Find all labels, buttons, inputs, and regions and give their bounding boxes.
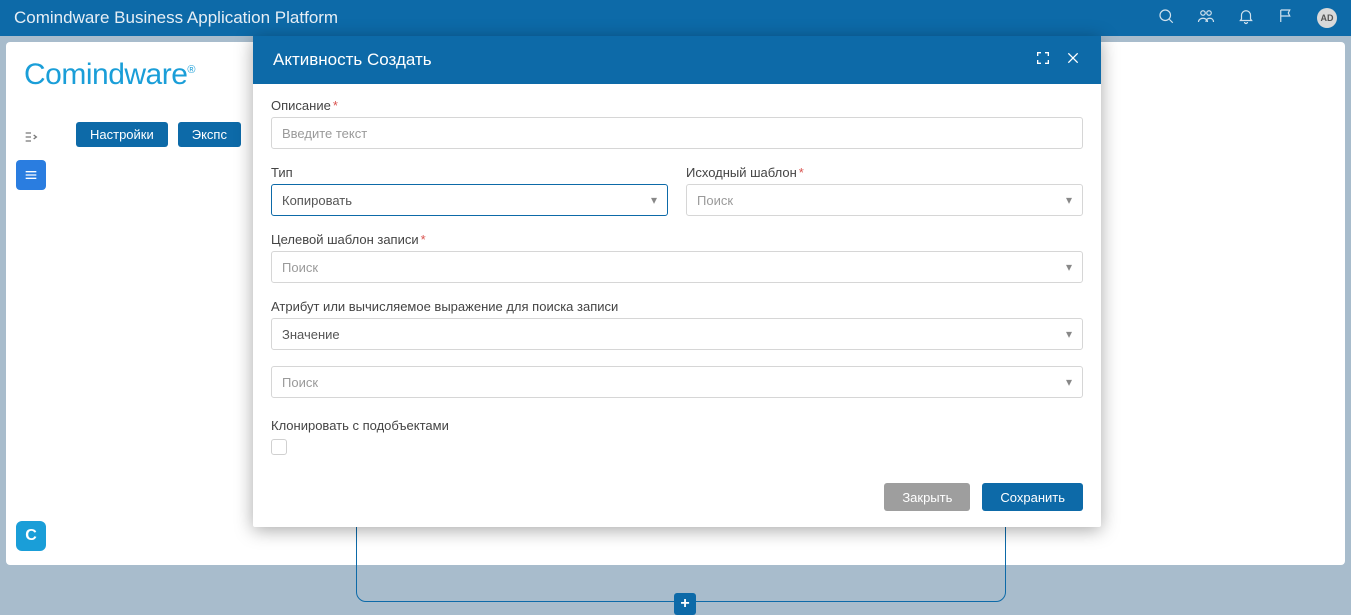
field-search2: Поиск ▾: [271, 366, 1083, 398]
sidebar-buttons: [16, 122, 46, 190]
target-template-label: Целевой шаблон записи*: [271, 232, 1083, 247]
modal-header: Активность Создать: [253, 36, 1101, 84]
action-pills: Настройки Экспс: [76, 122, 241, 147]
field-type: Тип Копировать ▾: [271, 165, 668, 216]
modal-body: Описание* Введите текст Тип Копировать ▾…: [253, 84, 1101, 479]
close-icon[interactable]: [1065, 50, 1081, 71]
row-type-source: Тип Копировать ▾ Исходный шаблон* Поиск …: [271, 165, 1083, 232]
topbar-actions: AD: [1157, 7, 1337, 30]
type-select[interactable]: Копировать ▾: [271, 184, 668, 216]
target-template-select[interactable]: Поиск ▾: [271, 251, 1083, 283]
expand-sidebar-button[interactable]: [16, 122, 46, 152]
clone-checkbox[interactable]: [271, 439, 287, 455]
source-template-select[interactable]: Поиск ▾: [686, 184, 1083, 216]
field-attr-expr: Атрибут или вычисляемое выражение для по…: [271, 299, 1083, 350]
save-button[interactable]: Сохранить: [982, 483, 1083, 511]
search2-select[interactable]: Поиск ▾: [271, 366, 1083, 398]
users-icon[interactable]: [1197, 7, 1215, 30]
field-source-template: Исходный шаблон* Поиск ▾: [686, 165, 1083, 216]
chevron-down-icon: ▾: [1066, 260, 1072, 274]
chevron-down-icon: ▾: [651, 193, 657, 207]
app-title: Comindware Business Application Platform: [14, 8, 338, 28]
search-icon[interactable]: [1157, 7, 1175, 30]
menu-button[interactable]: [16, 160, 46, 190]
description-label: Описание*: [271, 98, 1083, 113]
pill-settings[interactable]: Настройки: [76, 122, 168, 147]
modal-header-actions: [1035, 50, 1081, 71]
chevron-down-icon: ▾: [1066, 327, 1072, 341]
user-avatar[interactable]: AD: [1317, 8, 1337, 28]
type-label: Тип: [271, 165, 668, 180]
chevron-down-icon: ▾: [1066, 193, 1072, 207]
modal-title: Активность Создать: [273, 50, 432, 70]
brand-logo: Comindware®: [24, 58, 195, 92]
attr-expr-select[interactable]: Значение ▾: [271, 318, 1083, 350]
activity-create-modal: Активность Создать Описание* Введите тек…: [253, 36, 1101, 527]
field-target-template: Целевой шаблон записи* Поиск ▾: [271, 232, 1083, 283]
source-template-label: Исходный шаблон*: [686, 165, 1083, 180]
modal-footer: Закрыть Сохранить: [253, 479, 1101, 527]
close-button[interactable]: Закрыть: [884, 483, 970, 511]
add-node-button[interactable]: +: [674, 593, 696, 615]
attr-expr-label: Атрибут или вычисляемое выражение для по…: [271, 299, 1083, 314]
flag-icon[interactable]: [1277, 7, 1295, 30]
clone-label: Клонировать с подобъектами: [271, 418, 1083, 433]
topbar: Comindware Business Application Platform…: [0, 0, 1351, 36]
description-input[interactable]: Введите текст: [271, 117, 1083, 149]
field-description: Описание* Введите текст: [271, 98, 1083, 149]
pill-export[interactable]: Экспс: [178, 122, 241, 147]
fullscreen-icon[interactable]: [1035, 50, 1051, 71]
bell-icon[interactable]: [1237, 7, 1255, 30]
field-clone: Клонировать с подобъектами: [271, 418, 1083, 455]
bottom-badge[interactable]: C: [16, 521, 46, 551]
chevron-down-icon: ▾: [1066, 375, 1072, 389]
